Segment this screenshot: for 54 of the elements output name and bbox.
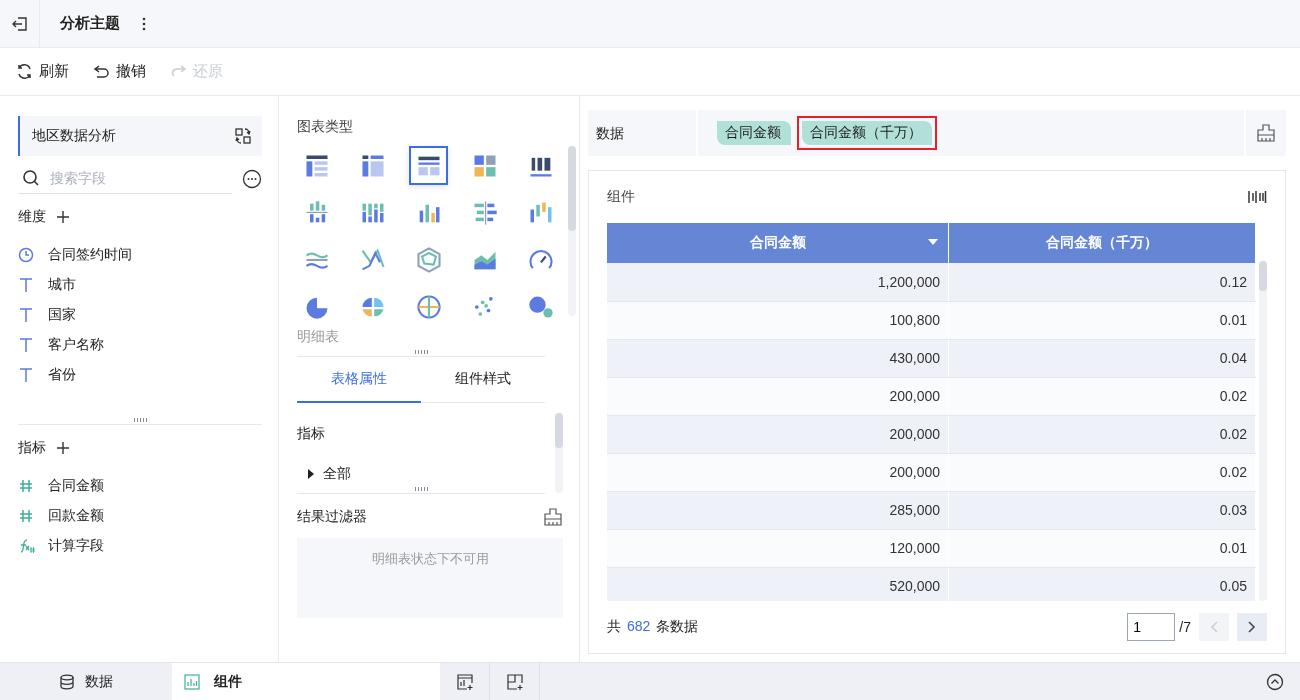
field-item[interactable]: 回款金额 xyxy=(18,501,262,531)
table-cell: 0.05 xyxy=(948,567,1256,601)
table-cell: 0.03 xyxy=(948,491,1256,529)
table-cell: 200,000 xyxy=(607,453,949,491)
section-title: 维度 xyxy=(18,208,46,226)
column-header[interactable]: 合同金额 xyxy=(607,223,949,263)
section-title: 结果过滤器 xyxy=(297,508,367,526)
tab[interactable]: 表格属性 xyxy=(297,357,421,403)
chart-type-caption: 明细表 xyxy=(297,328,340,346)
total-label: 条数据 xyxy=(656,618,699,636)
field-item[interactable]: 合同签约时间 xyxy=(18,240,262,270)
table-cell: 0.02 xyxy=(948,377,1256,415)
data-label: 数据 xyxy=(588,110,698,156)
column-header[interactable]: 合同金额（千万） xyxy=(948,223,1256,263)
section-title: 图表类型 xyxy=(297,118,354,136)
table-cell: 0.02 xyxy=(948,453,1256,491)
table-cell: 1,200,000 xyxy=(607,263,949,301)
table-cell: 200,000 xyxy=(607,415,949,453)
section-title: 指标 xyxy=(297,424,326,443)
page-field[interactable]: 1 xyxy=(1127,613,1176,641)
empty-message: 明细表状态下不可用 xyxy=(371,551,489,566)
field-item[interactable]: 客户名称 xyxy=(18,330,262,360)
table-cell: 120,000 xyxy=(607,529,949,567)
dataset-selector[interactable]: 地区数据分析 xyxy=(18,116,262,156)
search-field[interactable]: 搜索字段 xyxy=(48,169,212,187)
total-count: 682 xyxy=(627,618,651,636)
table-cell: 0.02 xyxy=(948,415,1256,453)
field-item[interactable]: 国家 xyxy=(18,300,262,330)
section-title: 指标 xyxy=(18,439,46,457)
field-item[interactable]: 合同金额 xyxy=(18,471,262,501)
field-item[interactable]: 城市 xyxy=(18,270,262,300)
tab[interactable]: 数据 xyxy=(0,663,172,700)
table-cell: 100,800 xyxy=(607,301,949,339)
table-cell: 285,000 xyxy=(607,491,949,529)
table-cell: 520,000 xyxy=(607,567,949,601)
field-chip[interactable]: 合同金额（千万） xyxy=(802,121,932,145)
table-cell: 0.12 xyxy=(948,263,1256,301)
tab[interactable]: 组件样式 xyxy=(421,357,545,403)
table-cell: 0.01 xyxy=(948,529,1256,567)
table-cell: 0.04 xyxy=(948,339,1256,377)
field-chip[interactable]: 合同金额 xyxy=(717,121,791,145)
refresh-button[interactable]: 刷新 xyxy=(16,62,69,81)
table-cell: 200,000 xyxy=(607,377,949,415)
page-total: /7 xyxy=(1179,619,1191,635)
undo-button[interactable]: 撤销 xyxy=(93,62,146,81)
tab[interactable]: 组件 xyxy=(172,663,440,700)
field-item[interactable]: 计算字段 xyxy=(18,531,262,561)
table-cell: 430,000 xyxy=(607,339,949,377)
component-title: 组件 xyxy=(607,188,635,206)
total-label: 共 xyxy=(607,618,621,636)
tree-item[interactable]: 全部 xyxy=(307,465,351,483)
table-cell: 0.01 xyxy=(948,301,1256,339)
field-item[interactable]: 省份 xyxy=(18,360,262,390)
page-title: 分析主题 xyxy=(60,14,120,33)
